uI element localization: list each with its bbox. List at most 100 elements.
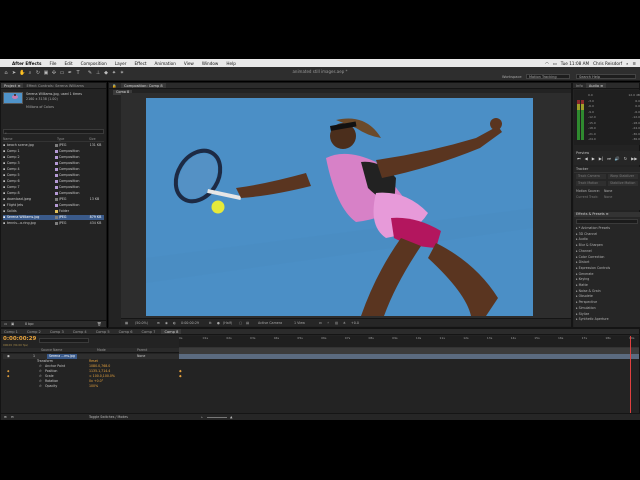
menu-file[interactable]: File — [46, 61, 61, 66]
workspace-select[interactable]: Motion Tracking — [526, 74, 570, 79]
timeline-tab[interactable]: Comp 3 — [47, 329, 67, 334]
label-color-swatch[interactable] — [54, 156, 58, 159]
project-item[interactable]: ▪ Comp 4 Composition — [3, 167, 104, 172]
grid-icon[interactable]: ⊞ — [157, 319, 160, 327]
menu-composition[interactable]: Composition — [77, 61, 111, 66]
pixel-aspect-icon[interactable]: ⊡ — [319, 319, 322, 327]
exposure-value[interactable]: +0.0 — [351, 319, 359, 327]
bpc-toggle[interactable]: 8 bpc — [25, 322, 34, 326]
timeline-icon[interactable]: ▥ — [335, 319, 338, 327]
effect-category[interactable]: ▸ Perspective — [576, 300, 640, 305]
effects-search-input[interactable] — [576, 219, 638, 224]
search-help-input[interactable]: Search Help — [576, 74, 636, 79]
pen-tool-icon[interactable]: ✒ — [67, 70, 73, 76]
battery-icon[interactable]: ▭ — [553, 61, 557, 66]
play-icon[interactable]: ▶ — [592, 156, 595, 161]
zoom-tool-icon[interactable]: ⌕ — [27, 70, 33, 76]
label-color-swatch[interactable] — [54, 150, 58, 153]
current-time-indicator[interactable] — [630, 336, 631, 416]
tab-audio[interactable]: Audio ≡ — [585, 83, 607, 88]
user-name[interactable]: Chris Reisdorf — [593, 61, 622, 66]
tab-info[interactable]: Info — [573, 83, 586, 88]
keyframe-icon[interactable]: ◆ — [179, 374, 182, 379]
effect-category[interactable]: ▸ Noise & Grain — [576, 289, 640, 294]
column-name[interactable]: Name — [3, 137, 57, 141]
spotlight-icon[interactable]: ⌕ — [626, 61, 628, 66]
menu-help[interactable]: Help — [222, 61, 240, 66]
project-item[interactable]: ▪ Flight Jets Composition — [3, 203, 104, 208]
label-color-swatch[interactable] — [54, 144, 58, 147]
wifi-icon[interactable]: ◠ — [545, 61, 549, 66]
timeline-tab[interactable]: Comp 7 — [139, 329, 159, 334]
puppet-tool-icon[interactable]: ✶ — [119, 70, 125, 76]
track-camera-button[interactable]: Track Camera — [576, 174, 606, 179]
lock-icon[interactable]: 🔒 — [109, 83, 121, 88]
label-color-swatch[interactable] — [54, 180, 58, 183]
transparency-grid-icon[interactable]: ▤ — [246, 319, 249, 327]
column-size[interactable]: Size — [89, 137, 104, 141]
tab-project[interactable]: Project ≡ — [1, 83, 24, 88]
effect-category[interactable]: ▸ Color Correction — [576, 255, 640, 260]
project-item[interactable]: ▪ tennis...o.ring.jpg JPEG 434 KB — [3, 221, 104, 226]
track-motion-button[interactable]: Track Motion — [576, 181, 606, 186]
label-color-swatch[interactable] — [54, 186, 58, 189]
menu-window[interactable]: Window — [198, 61, 223, 66]
trash-icon[interactable]: 🗑 — [97, 322, 101, 326]
tab-composition[interactable]: Composition: Comp 8 — [121, 83, 166, 88]
layer-parent-select[interactable]: None — [137, 354, 145, 359]
effect-category[interactable]: ▸ Expression Controls — [576, 266, 640, 271]
project-item[interactable]: ▪ Comp 8 Composition — [3, 191, 104, 196]
label-color-swatch[interactable] — [54, 174, 58, 177]
view-layout-select[interactable]: 1 View — [294, 319, 305, 327]
brush-tool-icon[interactable]: ✎ — [87, 70, 93, 76]
effect-category[interactable]: ▸ Audio — [576, 237, 640, 242]
rotate-tool-icon[interactable]: ↻ — [35, 70, 41, 76]
clone-tool-icon[interactable]: ⊥ — [95, 70, 101, 76]
fast-preview-icon[interactable]: ⚡ — [327, 319, 329, 327]
selection-tool-icon[interactable]: ➤ — [11, 70, 17, 76]
timeline-tab[interactable]: Comp 4 — [70, 329, 90, 334]
timeline-zoom-slider[interactable] — [207, 417, 227, 418]
project-search-input[interactable]: ⌕ — [3, 129, 104, 135]
warp-stabilizer-button[interactable]: Warp Stabilizer — [608, 174, 638, 179]
ram-preview-icon[interactable]: ▶▶ — [631, 156, 637, 161]
hand-tool-icon[interactable]: ✋ — [19, 70, 25, 76]
effect-category[interactable]: ▸ Blur & Sharpen — [576, 243, 640, 248]
region-icon[interactable]: ▦ — [125, 319, 128, 327]
clock[interactable]: Tue 11:08 AM — [561, 61, 589, 66]
column-parent[interactable]: Parent — [137, 348, 147, 353]
stopwatch-icon[interactable]: ⏱ — [39, 384, 42, 389]
resolution-select[interactable]: (Half) — [223, 319, 232, 327]
timeline-tab[interactable]: Comp 2 — [24, 329, 44, 334]
column-type[interactable]: Type — [57, 137, 89, 141]
effect-category[interactable]: ▸ Generate — [576, 272, 640, 277]
project-item[interactable]: ▪ Comp 2 Composition — [3, 155, 104, 160]
camera-tool-icon[interactable]: ▣ — [43, 70, 49, 76]
snapshot-icon[interactable]: ◉ — [165, 319, 168, 327]
first-frame-icon[interactable]: ⏮ — [577, 156, 581, 161]
project-item[interactable]: ▪ Serena Williams.jpg JPEG 879 KB — [3, 215, 104, 220]
project-item[interactable]: ▪ Comp 6 Composition — [3, 179, 104, 184]
effect-category[interactable]: ▸ * Animation Presets — [576, 226, 640, 231]
timeline-tab[interactable]: Comp 6 — [116, 329, 136, 334]
column-source-name[interactable]: Source Name — [41, 348, 62, 353]
menu-app[interactable]: After Effects — [8, 61, 46, 66]
menu-edit[interactable]: Edit — [61, 61, 77, 66]
timeline-timecode[interactable]: 0:00:00:29 — [3, 336, 36, 342]
new-folder-icon[interactable]: ▭ — [4, 322, 7, 326]
current-track-select[interactable]: None — [604, 195, 638, 200]
tab-effect-controls[interactable]: Effect Controls: Serena Williams — [23, 83, 86, 88]
effect-category[interactable]: ▸ 3D Channel — [576, 232, 640, 237]
flowchart-icon[interactable]: ⋔ — [343, 319, 346, 327]
label-color-swatch[interactable] — [54, 192, 58, 195]
zoom-select[interactable]: (50.0%) — [135, 319, 148, 327]
stabilize-motion-button[interactable]: Stabilize Motion — [608, 181, 638, 186]
eraser-tool-icon[interactable]: ◆ — [103, 70, 109, 76]
project-item[interactable]: ▪ Comp 5 Composition — [3, 173, 104, 178]
rectangle-tool-icon[interactable]: ▭ — [59, 70, 65, 76]
project-item[interactable]: ▪ Comp 7 Composition — [3, 185, 104, 190]
time-ruler[interactable]: 0s 01s 02s 03s 04s 05s 06s 07s 08s 09s 10s 11s 12s 13… — [179, 336, 639, 348]
menu-effect[interactable]: Effect — [130, 61, 150, 66]
home-icon[interactable]: ⌂ — [3, 70, 9, 76]
timeline-tab[interactable]: Comp 1 — [1, 329, 21, 334]
